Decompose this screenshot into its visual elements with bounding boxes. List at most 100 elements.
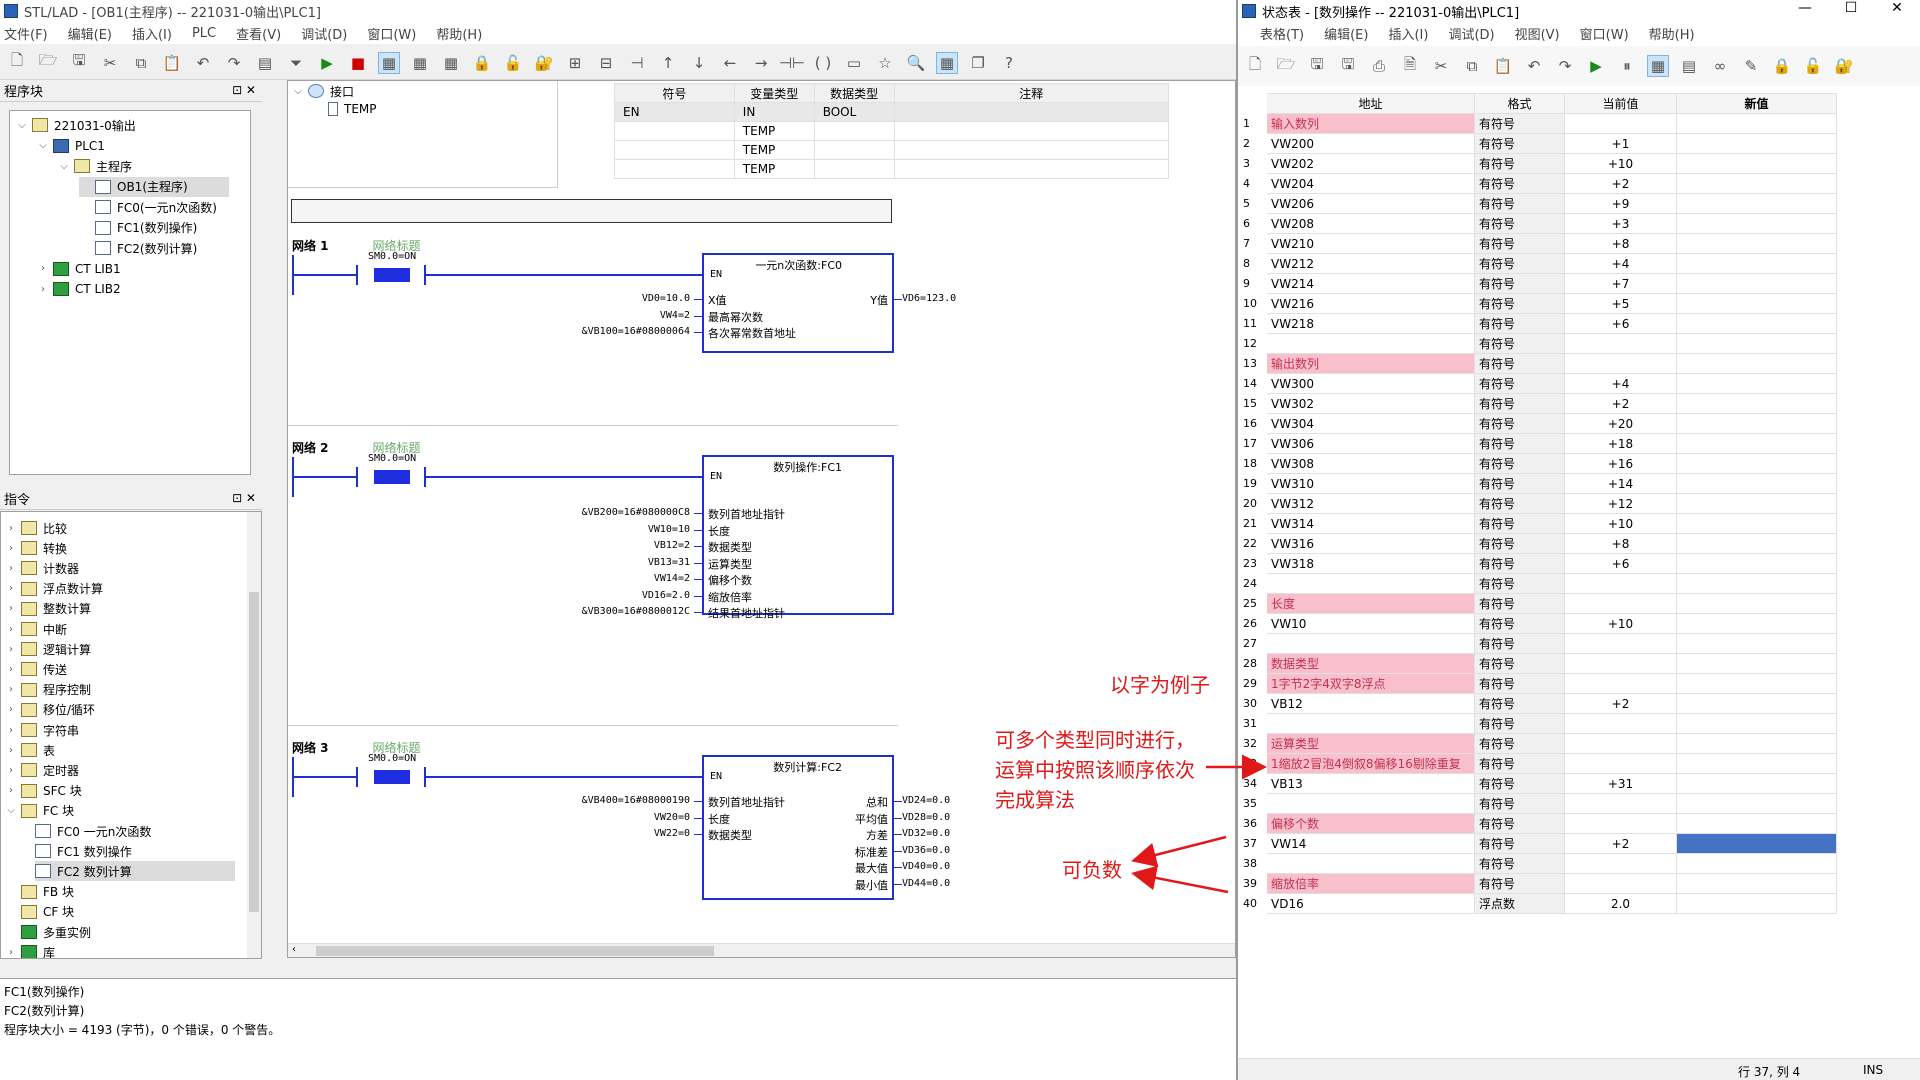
address-cell[interactable]: VW318 — [1266, 553, 1475, 574]
page-icon[interactable]: ▤ — [254, 52, 276, 74]
coil-icon[interactable]: ( ) — [812, 52, 834, 74]
expand-icon[interactable]: › — [5, 583, 17, 594]
expand-icon[interactable]: › — [5, 624, 17, 635]
monitor-icon[interactable]: ▦ — [1647, 55, 1669, 77]
expand-icon[interactable]: › — [37, 284, 49, 295]
address-cell[interactable]: VW206 — [1266, 193, 1475, 214]
status-row[interactable]: 20 VW312 有符号 +12 — [1238, 493, 1845, 514]
new-value-cell[interactable] — [1676, 573, 1837, 594]
expand-icon[interactable]: › — [5, 704, 17, 715]
output-pin-value[interactable]: VD32=0.0 — [902, 828, 950, 839]
new-value-cell[interactable] — [1676, 273, 1837, 294]
undo-icon[interactable]: ↶ — [1523, 55, 1545, 77]
address-cell[interactable]: VD16 — [1266, 893, 1475, 914]
format-cell[interactable]: 有符号 — [1474, 673, 1565, 694]
new-value-cell[interactable] — [1676, 173, 1837, 194]
expand-icon[interactable]: › — [5, 765, 17, 776]
new-value-cell[interactable] — [1676, 393, 1837, 414]
new-value-cell[interactable] — [1676, 193, 1837, 214]
status-row[interactable]: 4 VW204 有符号 +2 — [1238, 173, 1845, 194]
status-row[interactable]: 11 VW218 有符号 +6 — [1238, 313, 1845, 334]
input-pin-value[interactable]: VW22=0 — [654, 828, 690, 839]
input-pin-value[interactable]: VB12=2 — [654, 540, 690, 551]
instruction-item[interactable]: › 程序控制 — [5, 680, 91, 700]
format-cell[interactable]: 有符号 — [1474, 353, 1565, 374]
address-cell[interactable] — [1266, 333, 1475, 354]
unlock-icon[interactable]: 🔓 — [502, 52, 524, 74]
new-value-cell[interactable] — [1676, 693, 1837, 714]
address-cell[interactable]: VW214 — [1266, 273, 1475, 294]
column-header[interactable]: 注释 — [893, 83, 1170, 103]
status-row[interactable]: 3 VW202 有符号 +10 — [1238, 153, 1845, 174]
format-cell[interactable]: 有符号 — [1474, 733, 1565, 754]
new-value-cell[interactable] — [1676, 513, 1837, 534]
line-left-icon[interactable]: ← — [719, 52, 741, 74]
format-cell[interactable]: 有符号 — [1474, 273, 1565, 294]
new-value-cell[interactable] — [1676, 853, 1837, 874]
column-header[interactable]: 数据类型 — [813, 83, 895, 103]
format-cell[interactable]: 有符号 — [1474, 393, 1565, 414]
menu-item[interactable]: 窗口(W) — [367, 24, 416, 43]
expand-icon[interactable]: › — [5, 745, 17, 756]
format-cell[interactable]: 有符号 — [1474, 193, 1565, 214]
undo-icon[interactable]: ↶ — [192, 52, 214, 74]
address-cell[interactable] — [1266, 853, 1475, 874]
new-value-cell[interactable] — [1676, 753, 1837, 774]
instruction-item[interactable]: › 比较 — [5, 518, 67, 538]
status-row[interactable]: 30 VB12 有符号 +2 — [1238, 693, 1845, 714]
stop-icon[interactable]: ■ — [347, 52, 369, 74]
status-row[interactable]: 8 VW212 有符号 +4 — [1238, 253, 1845, 274]
interface-cell[interactable]: BOOL — [813, 102, 895, 122]
run-icon[interactable]: ▶ — [316, 52, 338, 74]
lock-icon[interactable]: 🔒 — [471, 52, 493, 74]
window-icon[interactable]: ❐ — [967, 52, 989, 74]
menu-item[interactable]: 视图(V) — [1515, 24, 1560, 43]
interface-cell[interactable] — [614, 140, 735, 160]
new-value-cell[interactable] — [1676, 873, 1837, 894]
preview-icon[interactable]: 🗎 — [1399, 55, 1421, 77]
tree-item[interactable]: OB1(主程序) — [79, 176, 229, 197]
pause-icon[interactable]: ⏸ — [1616, 55, 1638, 77]
cut-icon[interactable]: ✂ — [99, 52, 121, 74]
favorite-icon[interactable]: ☆ — [874, 52, 896, 74]
address-cell[interactable] — [1266, 633, 1475, 654]
status-row[interactable]: 7 VW210 有符号 +8 — [1238, 233, 1845, 254]
minimize-icon[interactable]: — — [1782, 0, 1828, 16]
copy-icon[interactable]: ⧉ — [130, 52, 152, 74]
unlock-icon[interactable]: 🔓 — [1802, 55, 1824, 77]
format-cell[interactable]: 有符号 — [1474, 873, 1565, 894]
menu-item[interactable]: 插入(I) — [132, 24, 172, 43]
address-cell[interactable]: 缩放倍率 — [1266, 873, 1475, 894]
new-value-cell[interactable] — [1676, 553, 1837, 574]
instruction-item[interactable]: ⌵ FC 块 — [5, 801, 74, 821]
address-cell[interactable]: VW216 — [1266, 293, 1475, 314]
status-row[interactable]: 1 输入数列 有符号 — [1238, 113, 1845, 134]
address-cell[interactable]: VW304 — [1266, 413, 1475, 434]
menu-item[interactable]: 编辑(E) — [68, 24, 112, 43]
tree-item[interactable]: ⌵ 主程序 — [58, 156, 132, 176]
address-cell[interactable]: 偏移个数 — [1266, 813, 1475, 834]
address-cell[interactable]: 运算类型 — [1266, 733, 1475, 754]
editor-scroll-thumb[interactable] — [316, 946, 714, 956]
input-pin-value[interactable]: &VB100=16#08000064 — [582, 326, 690, 337]
menu-item[interactable]: 编辑(E) — [1324, 24, 1368, 43]
format-cell[interactable]: 有符号 — [1474, 333, 1565, 354]
status-row[interactable]: 37 VW14 有符号 +2 — [1238, 833, 1845, 854]
tree-item[interactable]: › CT LIB1 — [37, 259, 121, 279]
redo-icon[interactable]: ↷ — [1554, 55, 1576, 77]
interface-cell[interactable]: IN — [733, 102, 815, 122]
address-cell[interactable]: VB13 — [1266, 773, 1475, 794]
zoom-icon[interactable]: 🔍 — [905, 52, 927, 74]
instruction-item[interactable]: › 转换 — [5, 538, 67, 558]
new-value-cell[interactable] — [1676, 153, 1837, 174]
new-value-cell[interactable] — [1676, 373, 1837, 394]
status-row[interactable]: 18 VW308 有符号 +16 — [1238, 453, 1845, 474]
line-down-icon[interactable]: ↓ — [688, 52, 710, 74]
format-cell[interactable]: 有符号 — [1474, 853, 1565, 874]
expand-icon[interactable]: › — [5, 543, 17, 554]
new-value-cell[interactable] — [1676, 233, 1837, 254]
address-cell[interactable] — [1266, 793, 1475, 814]
status-column-header[interactable]: 当前值 — [1564, 93, 1677, 114]
scroll-left-icon[interactable]: ‹ — [292, 944, 296, 955]
format-cell[interactable]: 有符号 — [1474, 653, 1565, 674]
